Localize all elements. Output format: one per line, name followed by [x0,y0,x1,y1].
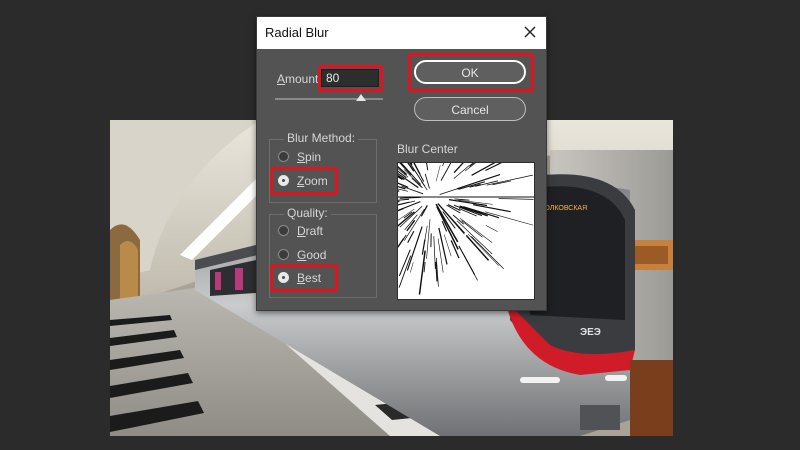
blur-streak [418,250,426,295]
draft-radio[interactable] [278,225,289,236]
blur-streak [485,211,534,226]
blur-streak [498,198,534,200]
blur-streak [464,162,476,172]
amount-highlight [318,65,383,92]
blur-streak [420,180,428,191]
blur-center-preview[interactable] [324,102,535,300]
blur-streak [423,261,426,273]
blur-streak [389,200,400,204]
blur-streak [433,236,436,270]
quality-legend: Quality: [284,206,331,220]
dialog-title: Radial Blur [265,25,329,40]
blur-streak [485,225,498,232]
amount-slider-thumb[interactable] [356,94,367,101]
blur-streak [454,198,470,201]
close-icon[interactable] [520,22,540,42]
blur-streak [458,181,485,190]
blur-streak [473,204,511,213]
blur-streak [471,154,509,176]
blur-streak [443,234,452,257]
blur-streak [458,245,476,275]
blur-streak [453,204,483,217]
spin-label[interactable]: Spin [297,150,321,164]
amount-label: Amount [277,72,319,86]
blur-streak [420,205,428,217]
blur-streak [439,187,462,195]
blur-streak [384,238,405,266]
cancel-button[interactable]: Cancel [414,97,526,121]
zoom-highlight [270,167,338,195]
blur-streak [399,196,421,199]
blur-streak [426,219,431,259]
train-destination-sign: ВОЛКОВСКАЯ [540,205,587,212]
good-radio[interactable] [278,249,289,260]
good-label[interactable]: Good [297,248,326,262]
blur-center-label: Blur Center [397,142,458,156]
spin-radio[interactable] [278,151,289,162]
amount-slider-track[interactable] [275,98,383,100]
blur-streak [435,165,441,182]
blur-streak [407,230,415,243]
blur-streak [401,185,424,195]
blur-streak [425,159,429,171]
train-logo: ЭЕЭ [580,327,601,338]
blur-streak [410,262,414,273]
blur-streak [442,153,448,167]
best-highlight [270,264,338,292]
blur-streak [448,199,487,207]
blur-streak [471,236,504,270]
draft-label[interactable]: Draft [297,224,323,238]
blur-streak [406,226,423,271]
blur-streak [467,233,499,266]
blur-streak [438,227,448,265]
radial-blur-dialog: Radial Blur Amount OK Cancel Blur Method… [256,16,547,311]
blur-streak [383,198,410,203]
zoom-blur-preview-image [324,102,534,295]
blur-streak [424,173,430,189]
blur-method-legend: Blur Method: [284,131,359,145]
dialog-titlebar[interactable]: Radial Blur [257,17,546,49]
blur-streak [453,165,470,179]
ok-highlight [408,53,534,92]
